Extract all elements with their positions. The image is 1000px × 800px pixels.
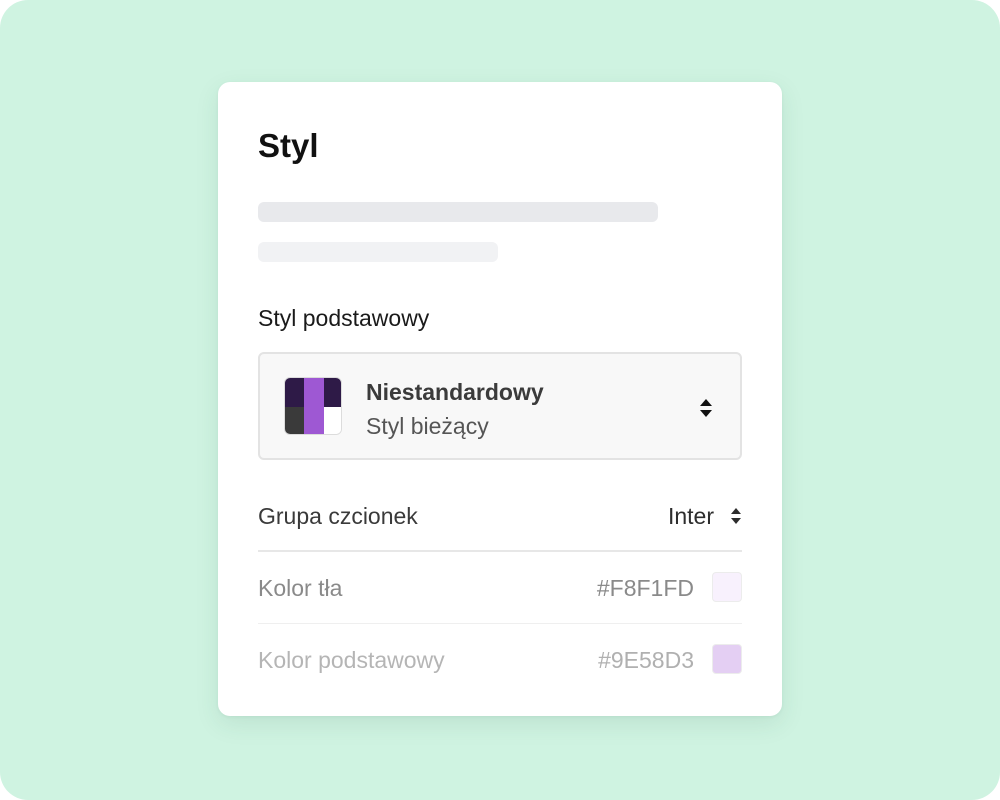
background-color-row[interactable]: Kolor tła #F8F1FD	[258, 552, 742, 624]
primary-color-label: Kolor podstawowy	[258, 647, 445, 673]
background-color-hex[interactable]: #F8F1FD	[597, 574, 694, 602]
primary-color-swatch[interactable]	[712, 644, 742, 674]
primary-color-row[interactable]: Kolor podstawowy #9E58D3	[258, 624, 742, 696]
font-group-label: Grupa czcionek	[258, 503, 418, 529]
chevron-up-down-icon[interactable]	[730, 506, 742, 526]
loading-placeholder-line	[258, 242, 498, 262]
theme-preview-swatch	[284, 377, 342, 435]
font-group-row[interactable]: Grupa czcionek Inter	[258, 480, 742, 552]
font-group-value[interactable]: Inter	[668, 502, 714, 530]
background-color-swatch[interactable]	[712, 572, 742, 602]
section-label: Styl podstawowy	[258, 305, 430, 331]
primary-color-hex[interactable]: #9E58D3	[598, 646, 694, 674]
loading-placeholder-line	[258, 202, 658, 222]
style-panel: Styl Styl podstawowy Niestandardowy Styl…	[218, 82, 782, 716]
chevron-up-down-icon	[700, 399, 712, 417]
panel-title: Styl	[258, 127, 319, 164]
theme-select[interactable]: Niestandardowy Styl bieżący	[258, 352, 742, 460]
background-color-label: Kolor tła	[258, 575, 343, 601]
theme-name: Niestandardowy	[366, 379, 544, 405]
canvas-background: Styl Styl podstawowy Niestandardowy Styl…	[0, 0, 1000, 800]
theme-subtitle: Styl bieżący	[366, 413, 489, 439]
